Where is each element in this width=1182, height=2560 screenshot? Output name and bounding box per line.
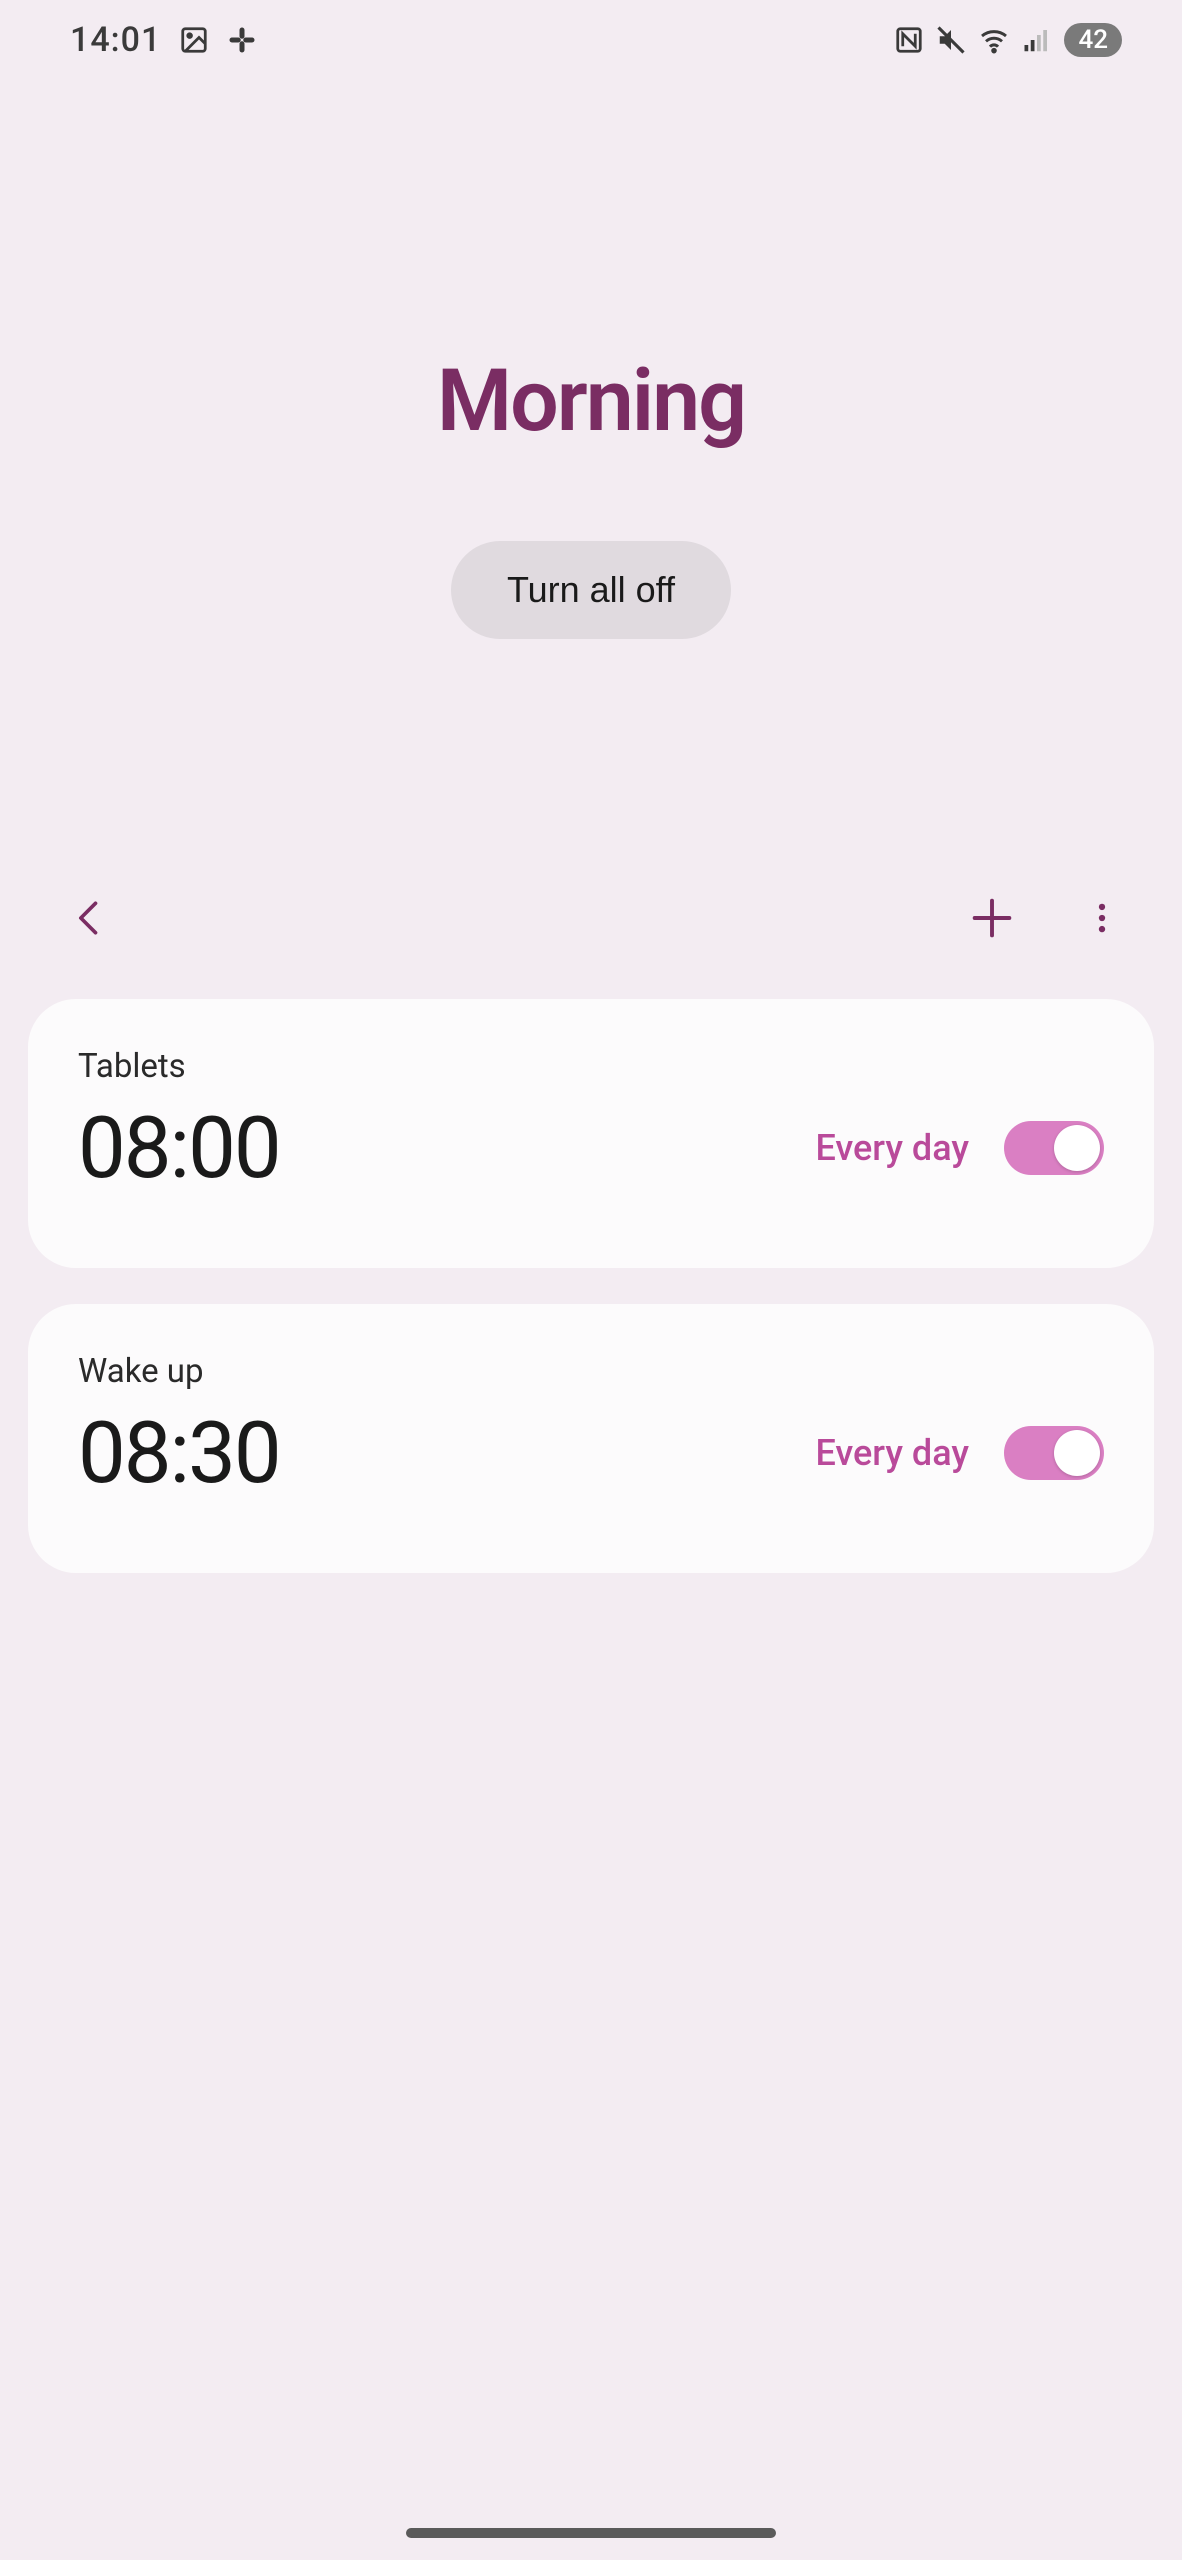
alarm-card[interactable]: Wake up 08:30 Every day [28,1304,1154,1573]
battery-indicator: 42 [1064,23,1122,57]
alarm-repeat: Every day [816,1432,969,1474]
signal-icon [1022,25,1052,55]
alarm-card[interactable]: Tablets 08:00 Every day [28,999,1154,1268]
alarm-row: 08:00 Every day [78,1098,1104,1198]
alarm-list: Tablets 08:00 Every day Wake up 08:30 Ev… [0,969,1182,1573]
add-alarm-button[interactable] [962,889,1022,949]
status-right: 42 [894,23,1122,57]
alarm-right: Every day [816,1426,1104,1480]
alarm-toggle[interactable] [1004,1121,1104,1175]
plus-icon [966,892,1018,947]
alarm-repeat: Every day [816,1127,969,1169]
toggle-knob [1054,1125,1100,1171]
turn-all-off-button[interactable]: Turn all off [451,541,731,639]
alarm-time: 08:00 [78,1098,280,1198]
home-indicator[interactable] [406,2528,776,2538]
alarm-label: Wake up [78,1352,1104,1391]
slack-icon [227,25,257,55]
status-left: 14:01 [70,20,257,60]
page-title: Morning [437,350,745,451]
toolbar [0,869,1182,969]
mute-icon [936,25,966,55]
status-bar: 14:01 [0,0,1182,80]
header: Morning Turn all off [0,80,1182,639]
alarm-time: 08:30 [78,1403,280,1503]
nfc-icon [894,25,924,55]
more-vertical-icon [1083,893,1121,946]
alarm-row: 08:30 Every day [78,1403,1104,1503]
alarm-label: Tablets [78,1047,1104,1086]
wifi-icon [978,24,1010,56]
alarm-toggle[interactable] [1004,1426,1104,1480]
alarm-right: Every day [816,1121,1104,1175]
chevron-left-icon [68,889,112,950]
status-time: 14:01 [70,20,161,60]
image-icon [179,25,209,55]
toggle-knob [1054,1430,1100,1476]
more-options-button[interactable] [1072,889,1132,949]
toolbar-right [962,889,1132,949]
back-button[interactable] [60,889,120,949]
